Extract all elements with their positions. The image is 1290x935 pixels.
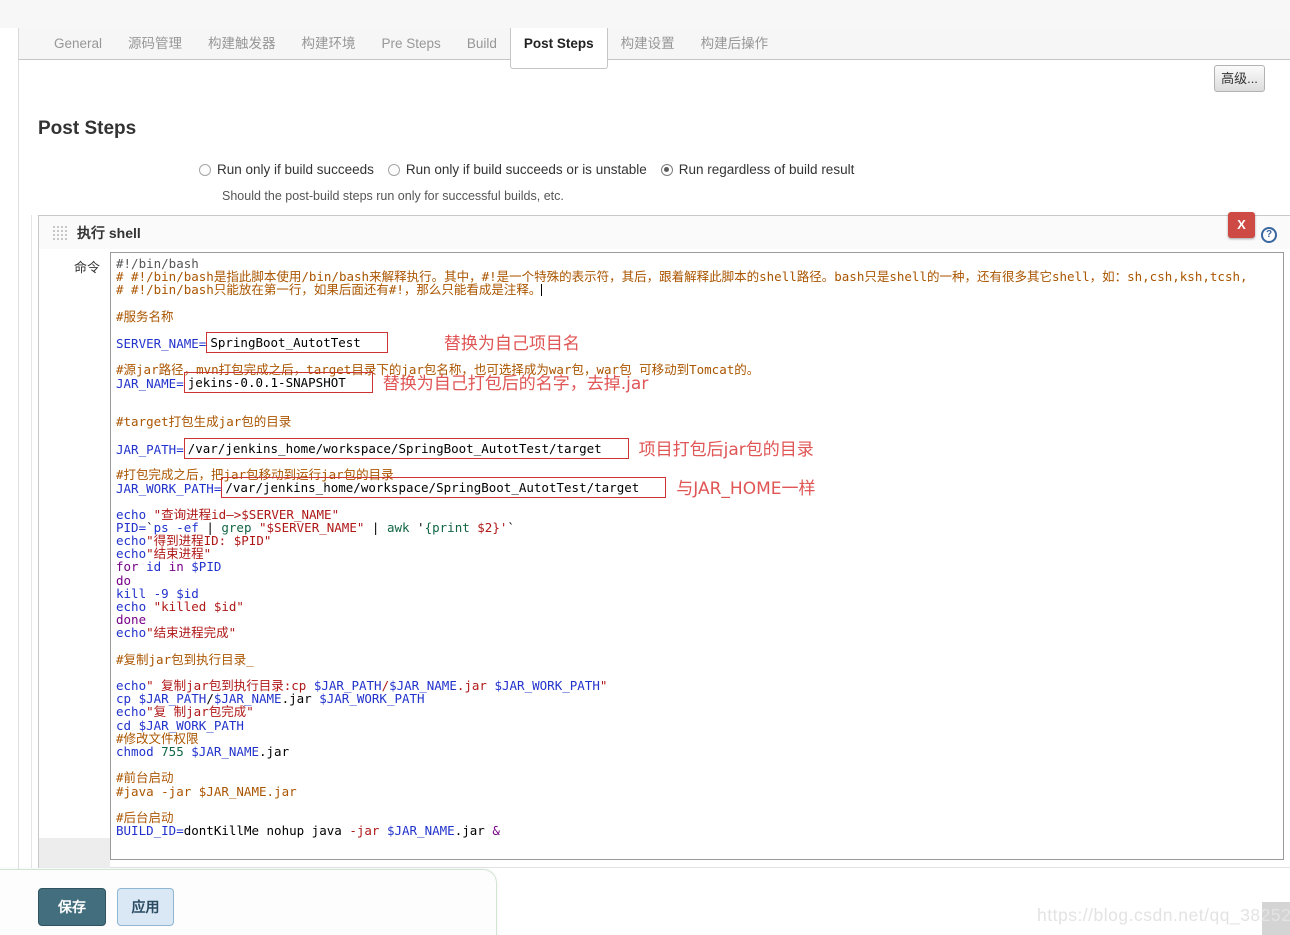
tab-build[interactable]: Build [454,28,510,60]
code-line [116,297,1283,310]
radio-icon[interactable] [199,164,211,176]
post-build-options: Run only if build succeeds Run only if bu… [199,162,868,177]
code-line: JAR_NAME=jekins-0.0.1-SNAPSHOT替换为自己打包后的名… [116,376,1283,389]
command-label: 命令 [38,257,100,276]
execute-shell-header: 执行 shell [39,216,1290,249]
radio-icon[interactable] [388,164,400,176]
radio-option-run-only-if-build-succeeds-or-unstable[interactable]: Run only if build succeeds or is unstabl… [388,162,647,177]
radio-label: Run only if build succeeds [217,162,374,177]
code-line: echo"结束进程完成" [116,626,1283,639]
code-line: echo"复 制jar包完成" [116,705,1283,718]
advanced-button[interactable]: 高级... [1214,65,1265,92]
shell-script-textarea[interactable]: #!/bin/bash# #!/bin/bash是指此脚本使用/bin/bash… [110,252,1284,860]
code-line: #服务名称 [116,310,1283,323]
jenkins-job-config-page: General源码管理构建触发器构建环境Pre StepsBuildPost S… [0,0,1290,935]
code-line: echo "killed $id" [116,600,1283,613]
delete-step-button[interactable]: X [1228,212,1255,238]
tab-scm[interactable]: 源码管理 [115,28,195,60]
tab-post-build-actions[interactable]: 构建后操作 [688,28,782,60]
content-left-border [18,60,19,935]
code-line: SERVER_NAME=SpringBoot_AutotTest替换为自己项目名 [116,336,1283,349]
gutter-shade [39,838,110,868]
radio-selected-icon[interactable] [661,164,673,176]
radio-option-run-regardless-of-build-result[interactable]: Run regardless of build result [661,162,855,177]
code-line: PID=`ps -ef | grep "$SERVER_NAME" | awk … [116,521,1283,534]
code-line: cp $JAR_PATH/$JAR_NAME.jar $JAR_WORK_PAT… [116,692,1283,705]
help-question-icon[interactable]: ? [1261,227,1277,243]
code-line: #target打包生成jar包的目录 [116,415,1283,428]
tab-build-environment[interactable]: 构建环境 [289,28,369,60]
csdn-watermark: https://blog.csdn.net/qq_38252039 [1037,905,1290,926]
code-line: #java -jar $JAR_NAME.jar [116,785,1283,798]
code-line [116,758,1283,771]
code-line: BUILD_ID=dontKillMe nohup java -jar $JAR… [116,824,1283,837]
drag-handle-icon[interactable] [52,225,67,240]
radio-option-run-only-if-build-succeeds[interactable]: Run only if build succeeds [199,162,374,177]
tab-pre-steps[interactable]: Pre Steps [369,28,454,60]
code-line: kill -9 $id [116,587,1283,600]
code-line: done [116,613,1283,626]
save-button[interactable]: 保存 [38,888,106,926]
post-build-help-text: Should the post-build steps run only for… [222,189,564,203]
code-line: JAR_WORK_PATH=/var/jenkins_home/workspac… [116,481,1283,494]
tab-bar: General源码管理构建触发器构建环境Pre StepsBuildPost S… [18,28,1290,60]
radio-label: Run only if build succeeds or is unstabl… [406,162,647,177]
code-line [116,798,1283,811]
code-line: echo"得到进程ID: $PID" [116,534,1283,547]
page-title: Post Steps [38,118,136,140]
code-line: JAR_PATH=/var/jenkins_home/workspace/Spr… [116,442,1283,455]
code-line: # #!/bin/bash只能放在第一行，如果后面还有#!，那么只能看成是注释。 [116,283,1283,296]
top-strip [0,0,1290,28]
code-line: do [116,574,1283,587]
tab-post-steps[interactable]: Post Steps [510,28,608,69]
radio-label: Run regardless of build result [679,162,855,177]
code-line: for id in $PID [116,560,1283,573]
tab-general[interactable]: General [41,28,115,60]
code-line: chmod 755 $JAR_NAME.jar [116,745,1283,758]
code-line: echo"结束进程" [116,547,1283,560]
code-line [116,639,1283,652]
tab-build-settings[interactable]: 构建设置 [608,28,688,60]
code-line: cd $JAR_WORK_PATH [116,719,1283,732]
code-line: #修改文件权限 [116,732,1283,745]
apply-button[interactable]: 应用 [117,888,174,926]
tab-build-triggers[interactable]: 构建触发器 [195,28,289,60]
execute-shell-title: 执行 shell [77,223,141,243]
form-indent-line [31,215,32,868]
code-line: #复制jar包到执行目录_ [116,653,1283,666]
